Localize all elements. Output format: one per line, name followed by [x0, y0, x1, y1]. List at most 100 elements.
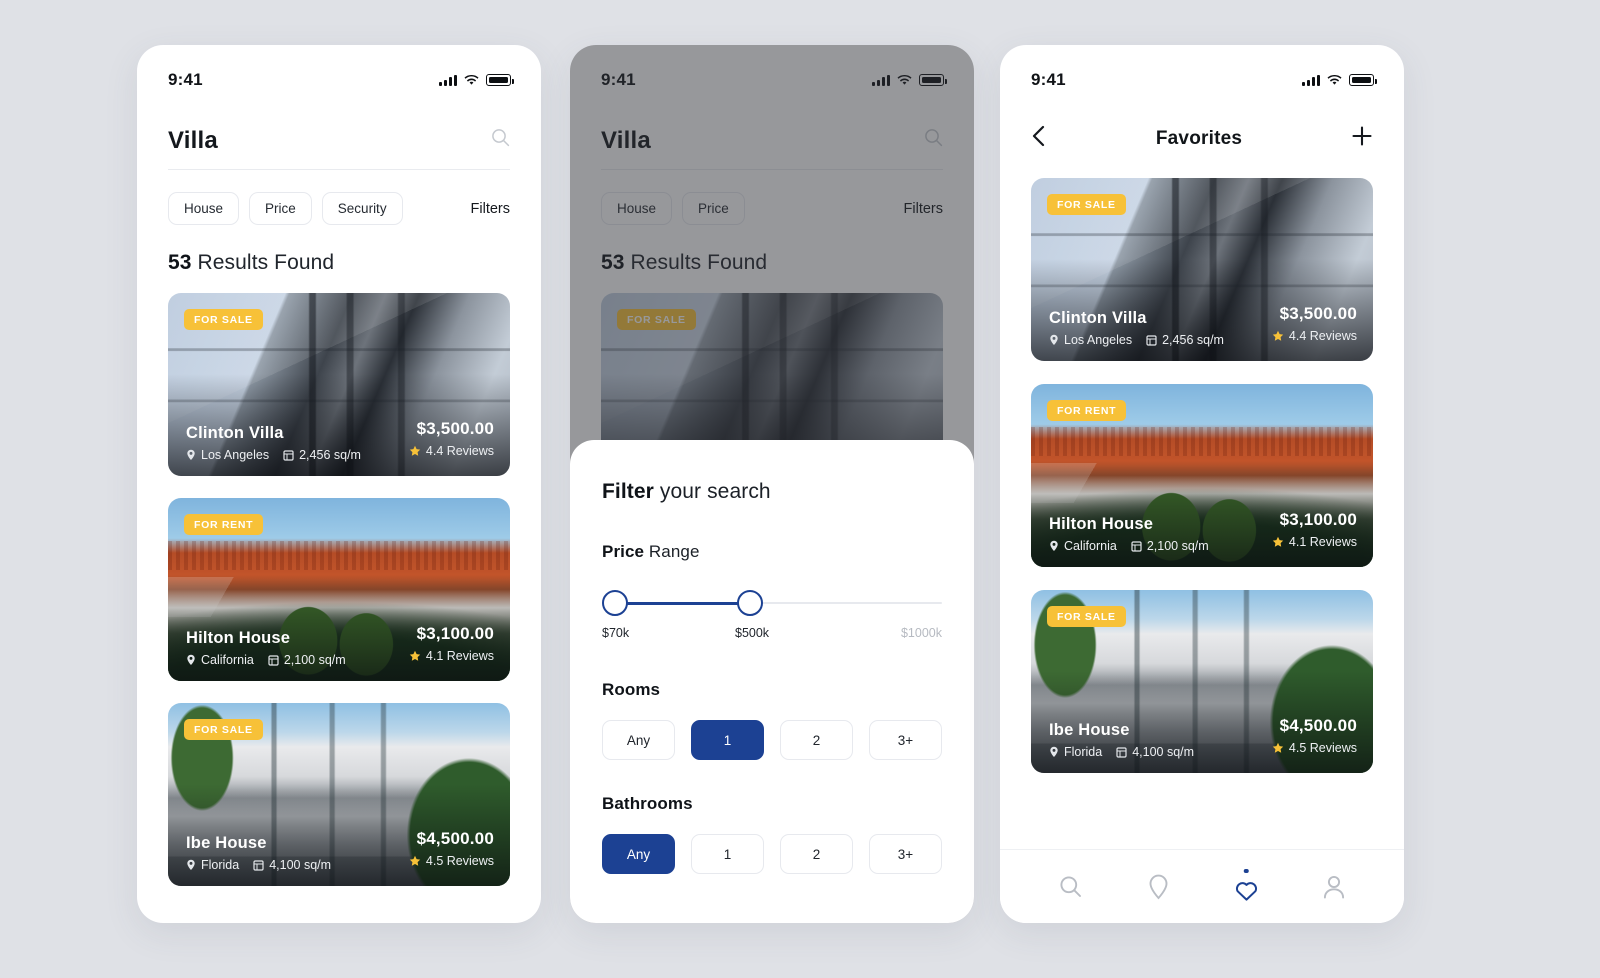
filter-chips-row: House Price Security Filters [137, 170, 541, 225]
area-icon [268, 654, 279, 666]
bathrooms-option-3plus[interactable]: 3+ [869, 834, 942, 874]
price-min-label: $70k [602, 626, 630, 640]
plus-icon [1352, 126, 1372, 146]
chip-price[interactable]: Price [249, 192, 312, 225]
property-card[interactable]: FOR SALE Ibe House Florida 4,100 sq/m $4… [168, 703, 510, 886]
rooms-title: Rooms [602, 680, 661, 699]
rooms-option-3plus[interactable]: 3+ [869, 720, 942, 760]
area-icon [253, 859, 264, 871]
status-icons [872, 74, 947, 86]
status-badge: FOR RENT [184, 514, 264, 535]
property-info: Hilton House California 2,100 sq/m $3,10… [1049, 510, 1357, 553]
signal-bars-icon [439, 74, 457, 86]
nav-item-favorites[interactable] [1220, 861, 1272, 913]
star-icon [1272, 330, 1284, 341]
property-price: $4,500.00 [1279, 716, 1357, 735]
nav-item-profile[interactable] [1308, 861, 1360, 913]
slider-knob-min[interactable] [602, 590, 628, 616]
favorites-header: Favorites [1000, 101, 1404, 152]
screenshot-canvas: 9:41 Villa House Price Security Filters [0, 0, 1600, 978]
property-name: Hilton House [1049, 515, 1154, 533]
bathrooms-option-2[interactable]: 2 [780, 834, 853, 874]
slider-knob-max[interactable] [737, 590, 763, 616]
bathrooms-option-1[interactable]: 1 [691, 834, 764, 874]
property-card[interactable]: FOR SALE Clinton Villa Los Angeles 2,456… [1031, 178, 1373, 361]
bathrooms-options: Any 1 2 3+ [602, 834, 942, 874]
price-range-section: Price Range $70k $500k $1000k [602, 542, 942, 646]
property-reviews: 4.4 Reviews [1272, 329, 1357, 343]
location-pin-icon [1050, 334, 1058, 345]
property-reviews: 4.5 Reviews [409, 854, 494, 868]
filters-button[interactable]: Filters [471, 201, 510, 217]
price-max-label: $1000k [900, 626, 942, 640]
search-field[interactable]: Villa [168, 127, 510, 170]
property-price: $3,500.00 [416, 419, 494, 438]
search-icon[interactable] [491, 128, 510, 155]
search-section: Villa [137, 101, 541, 170]
property-area: 4,100 sq/m [253, 858, 331, 872]
property-name: Clinton Villa [186, 424, 284, 442]
property-card[interactable]: FOR RENT Hilton House California 2,100 s… [168, 498, 510, 681]
status-time: 9:41 [1031, 70, 1066, 89]
bathrooms-option-any[interactable]: Any [602, 834, 675, 874]
rooms-option-2[interactable]: 2 [780, 720, 853, 760]
status-icons [1302, 74, 1377, 86]
filter-chips-row: House Price Filters [570, 170, 974, 225]
location-pin-icon [187, 859, 195, 870]
rooms-option-1[interactable]: 1 [691, 720, 764, 760]
status-bar: 9:41 [570, 45, 974, 101]
property-price: $3,100.00 [1279, 510, 1357, 529]
phone-screen-favorites: 9:41 Favorites FOR SALE Clinton Villa Lo… [1000, 45, 1404, 923]
property-card[interactable]: FOR SALE Ibe House Florida 4,100 sq/m $4… [1031, 590, 1373, 773]
property-reviews: 4.5 Reviews [1272, 741, 1357, 755]
property-location: Florida [1049, 745, 1102, 759]
star-icon [409, 855, 421, 866]
property-price: $3,500.00 [1279, 304, 1357, 323]
property-card[interactable]: FOR RENT Hilton House California 2,100 s… [1031, 384, 1373, 567]
chevron-left-icon [1032, 125, 1045, 147]
status-badge: FOR SALE [617, 309, 696, 330]
search-field[interactable]: Villa [601, 127, 943, 170]
price-range-title: Price Range [602, 542, 700, 561]
chip-price[interactable]: Price [682, 192, 745, 225]
rooms-option-any[interactable]: Any [602, 720, 675, 760]
nav-item-search[interactable] [1044, 861, 1096, 913]
favorites-list: FOR SALE Clinton Villa Los Angeles 2,456… [1000, 152, 1404, 773]
chip-house[interactable]: House [168, 192, 240, 225]
property-name: Ibe House [186, 834, 267, 852]
location-pin-icon [1050, 540, 1058, 551]
property-info: Ibe House Florida 4,100 sq/m $4,500.00 4… [1049, 716, 1357, 759]
phone-screen-search: 9:41 Villa House Price Security Filters [137, 45, 541, 923]
nav-item-explore[interactable] [1132, 861, 1184, 913]
chip-house[interactable]: House [601, 192, 673, 225]
wifi-icon [464, 74, 479, 86]
location-pin-icon [1149, 874, 1167, 899]
filter-sheet: Filter your search Price Range $70k $500… [570, 440, 974, 923]
person-icon [1323, 875, 1345, 898]
filter-sheet-title: Filter your search [602, 480, 771, 503]
property-info: Clinton Villa Los Angeles 2,456 sq/m $3,… [1049, 304, 1357, 347]
battery-icon [919, 74, 947, 86]
property-card[interactable]: FOR SALE Clinton Villa Los Angeles 2,456… [168, 293, 510, 476]
property-area: 4,100 sq/m [1116, 745, 1194, 759]
property-location: Los Angeles [186, 448, 269, 462]
property-area: 2,100 sq/m [268, 653, 346, 667]
status-badge: FOR RENT [1047, 400, 1127, 421]
search-icon[interactable] [924, 128, 943, 155]
search-input[interactable]: Villa [168, 127, 218, 155]
property-location: California [186, 653, 254, 667]
search-input[interactable]: Villa [601, 127, 651, 155]
property-reviews: 4.4 Reviews [409, 444, 494, 458]
add-button[interactable] [1351, 125, 1373, 152]
filters-button[interactable]: Filters [904, 201, 943, 217]
property-name: Ibe House [1049, 721, 1130, 739]
chip-security[interactable]: Security [321, 192, 403, 225]
status-badge: FOR SALE [184, 719, 263, 740]
back-button[interactable] [1031, 125, 1047, 152]
price-range-slider[interactable] [602, 586, 942, 620]
status-badge: FOR SALE [1047, 606, 1126, 627]
rooms-section: Rooms Any 1 2 3+ [602, 680, 942, 760]
status-time: 9:41 [601, 70, 636, 89]
property-location: Los Angeles [1049, 333, 1132, 347]
status-time: 9:41 [168, 70, 203, 89]
